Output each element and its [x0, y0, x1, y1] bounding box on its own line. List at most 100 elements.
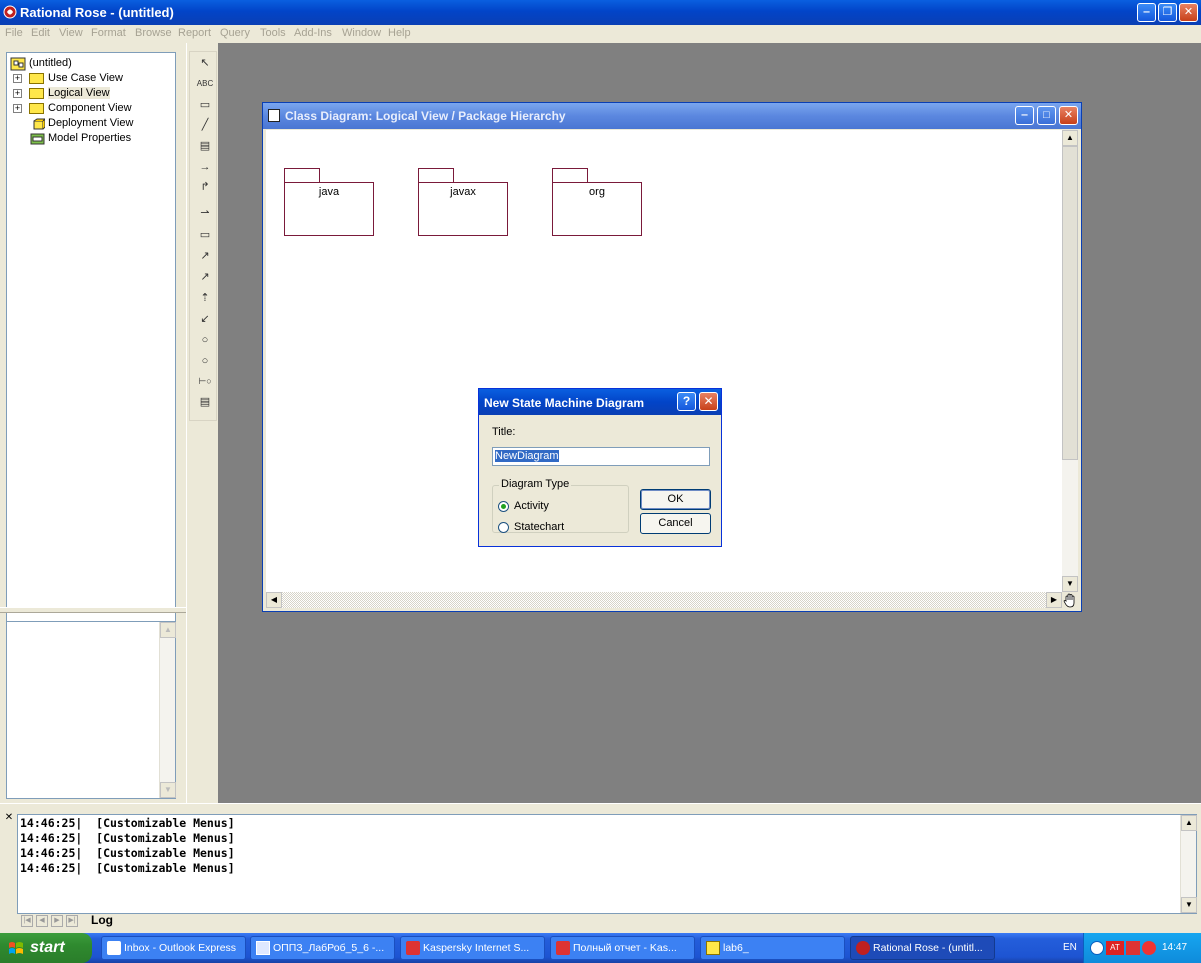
- boundary-tool-icon[interactable]: ○: [195, 331, 215, 349]
- diagram-maximize-button[interactable]: □: [1037, 106, 1056, 125]
- app-title: Rational Rose - (untitled): [20, 5, 174, 20]
- package-javax[interactable]: javax: [418, 182, 508, 236]
- class-tool-icon[interactable]: ▤: [195, 137, 215, 155]
- tree-item-model-properties[interactable]: Model Properties: [13, 132, 173, 146]
- antivirus-icon[interactable]: AT: [1106, 941, 1124, 955]
- minimize-button[interactable]: ‒: [1137, 3, 1156, 22]
- rose-app-icon: [3, 5, 17, 19]
- scroll-right-icon[interactable]: ▶: [1046, 592, 1062, 608]
- log-scrollbar[interactable]: ▲ ▼: [1180, 815, 1197, 913]
- activity-radio-label[interactable]: Activity: [514, 500, 549, 512]
- title-input[interactable]: NewDiagram: [492, 447, 710, 466]
- task-rational-rose[interactable]: Rational Rose - (untitl...: [850, 936, 995, 960]
- browser-splitter[interactable]: [0, 607, 186, 613]
- security-tray-icon[interactable]: [1142, 941, 1156, 955]
- menu-browse[interactable]: Browse: [135, 27, 172, 39]
- package-org[interactable]: org: [552, 182, 642, 236]
- pan-hand-icon[interactable]: [1062, 592, 1078, 608]
- log-close-icon[interactable]: ✕: [4, 813, 14, 824]
- tab-next-icon[interactable]: ▶: [51, 915, 63, 927]
- dialog-titlebar[interactable]: New State Machine Diagram ? ✕: [479, 389, 721, 415]
- ok-button[interactable]: OK: [640, 489, 711, 510]
- menu-format[interactable]: Format: [91, 27, 126, 39]
- activity-radio[interactable]: [498, 501, 509, 512]
- tree-item-component-view[interactable]: + Component View: [13, 102, 173, 116]
- log-output[interactable]: 14:46:25| [Customizable Menus] 14:46:25|…: [17, 814, 1197, 914]
- start-button[interactable]: start: [0, 933, 92, 963]
- tab-log[interactable]: Log: [87, 913, 117, 927]
- tree-item-use-case-view[interactable]: + Use Case View: [13, 72, 173, 86]
- expand-icon[interactable]: +: [13, 74, 22, 83]
- subsystem-tool-icon[interactable]: ▤: [195, 393, 215, 411]
- menu-view[interactable]: View: [59, 27, 83, 39]
- diagram-horizontal-scrollbar[interactable]: ◀ ▶: [266, 592, 1062, 608]
- generalization-tool-icon[interactable]: ↗: [195, 268, 215, 286]
- control-tool-icon[interactable]: ⊢○: [195, 372, 215, 390]
- interface-tool-icon[interactable]: →: [195, 158, 215, 176]
- task-word-document[interactable]: ОППЗ_ЛабРоб_5_6 -...: [250, 936, 395, 960]
- realize-tool-icon[interactable]: ⇡: [195, 289, 215, 307]
- note-tool-icon[interactable]: ▭: [195, 96, 215, 114]
- new-state-machine-dialog[interactable]: New State Machine Diagram ? ✕ Title: New…: [478, 388, 722, 547]
- expand-icon[interactable]: +: [13, 89, 22, 98]
- scroll-down-icon[interactable]: ▼: [1062, 576, 1078, 592]
- menu-query[interactable]: Query: [220, 27, 250, 39]
- tree-item-deployment-view[interactable]: Deployment View: [13, 117, 173, 131]
- model-tree[interactable]: (untitled) + Use Case View + Logical Vie…: [6, 52, 176, 650]
- menu-report[interactable]: Report: [178, 27, 211, 39]
- dependency-tool-icon[interactable]: ↗: [195, 247, 215, 265]
- task-kaspersky-report[interactable]: Полный отчет - Kas...: [550, 936, 695, 960]
- scroll-thumb[interactable]: [1062, 146, 1078, 460]
- package-name: javax: [450, 186, 476, 198]
- text-tool-icon[interactable]: ABC: [195, 75, 215, 93]
- scroll-up-icon[interactable]: ▲: [1181, 815, 1197, 831]
- menu-help[interactable]: Help: [388, 27, 411, 39]
- class-diagram-titlebar[interactable]: Class Diagram: Logical View / Package Hi…: [263, 103, 1081, 129]
- expand-icon[interactable]: +: [13, 104, 22, 113]
- close-button[interactable]: ✕: [1179, 3, 1198, 22]
- network-icon[interactable]: [1090, 941, 1104, 955]
- task-kaspersky[interactable]: Kaspersky Internet S...: [400, 936, 545, 960]
- association-tool-icon[interactable]: ↱: [195, 178, 215, 196]
- entity-tool-icon[interactable]: ○: [195, 352, 215, 370]
- scroll-up-icon[interactable]: ▲: [1062, 130, 1078, 146]
- task-folder-lab6[interactable]: lab6_: [700, 936, 845, 960]
- tab-first-icon[interactable]: |◀: [21, 915, 33, 927]
- menu-add-ins[interactable]: Add-Ins: [294, 27, 332, 39]
- task-outlook-express[interactable]: Inbox - Outlook Express: [101, 936, 246, 960]
- title-input-value: NewDiagram: [495, 450, 559, 462]
- scroll-down-icon[interactable]: ▼: [1181, 897, 1197, 913]
- diagram-vertical-scrollbar[interactable]: ▲ ▼: [1062, 130, 1078, 592]
- statechart-radio[interactable]: [498, 522, 509, 533]
- folder-icon: [706, 941, 720, 955]
- language-indicator[interactable]: EN: [1063, 942, 1077, 953]
- menu-file[interactable]: File: [5, 27, 23, 39]
- documentation-panel[interactable]: ▲ ▼: [6, 621, 176, 799]
- scroll-left-icon[interactable]: ◀: [266, 592, 282, 608]
- restore-button[interactable]: ❐: [1158, 3, 1177, 22]
- unidirectional-association-tool-icon[interactable]: ⇀: [195, 204, 215, 222]
- scroll-up-icon[interactable]: ▲: [160, 622, 176, 638]
- package-tab: [552, 168, 588, 183]
- app-titlebar[interactable]: Rational Rose - (untitled) ‒ ❐ ✕: [0, 0, 1201, 25]
- tree-item-logical-view[interactable]: + Logical View: [13, 87, 173, 101]
- menu-window[interactable]: Window: [342, 27, 381, 39]
- link-tool-icon[interactable]: ↙: [195, 310, 215, 328]
- cancel-button[interactable]: Cancel: [640, 513, 711, 534]
- tab-last-icon[interactable]: ▶|: [66, 915, 78, 927]
- kaspersky-tray-icon[interactable]: [1126, 941, 1140, 955]
- selection-tool-icon[interactable]: ↖: [195, 54, 215, 72]
- diagram-minimize-button[interactable]: ‒: [1015, 106, 1034, 125]
- menu-edit[interactable]: Edit: [31, 27, 50, 39]
- help-button[interactable]: ?: [677, 392, 696, 411]
- scroll-down-icon[interactable]: ▼: [160, 782, 176, 798]
- tab-prev-icon[interactable]: ◀: [36, 915, 48, 927]
- statechart-radio-label[interactable]: Statechart: [514, 521, 564, 533]
- menu-tools[interactable]: Tools: [260, 27, 286, 39]
- dialog-close-button[interactable]: ✕: [699, 392, 718, 411]
- anchor-tool-icon[interactable]: ╱: [195, 116, 215, 134]
- documentation-scrollbar[interactable]: ▲ ▼: [159, 622, 176, 798]
- package-java[interactable]: java: [284, 182, 374, 236]
- diagram-close-button[interactable]: ✕: [1059, 106, 1078, 125]
- package-tool-icon[interactable]: ▭: [195, 226, 215, 244]
